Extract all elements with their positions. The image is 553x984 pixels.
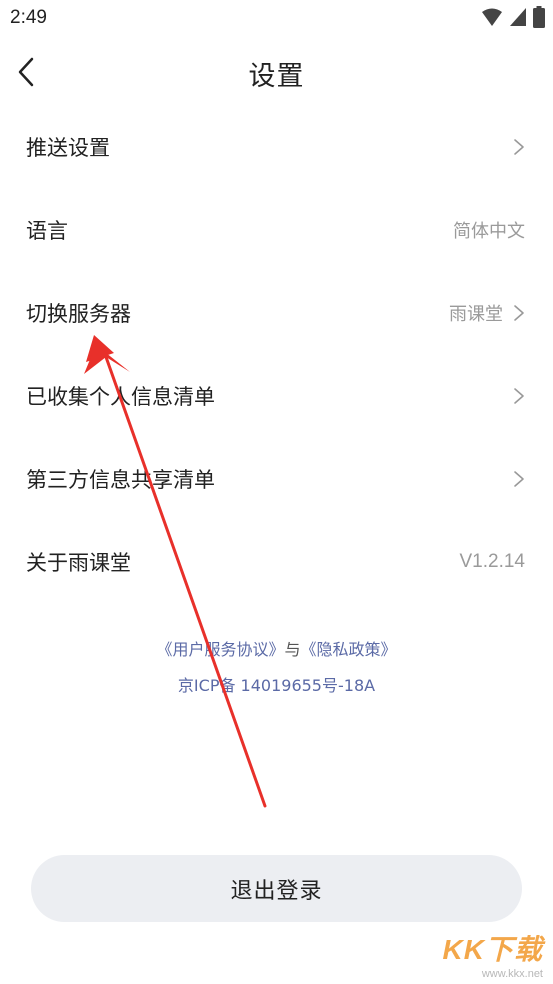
status-time: 2:49 — [10, 7, 47, 28]
chevron-right-icon — [514, 138, 524, 155]
watermark-logo: KK下载 — [442, 934, 543, 965]
menu-right — [513, 138, 525, 156]
server-value: 雨课堂 — [449, 303, 503, 325]
wifi-icon — [482, 8, 502, 26]
nav-bar: 设置 — [0, 44, 553, 102]
page-title: 设置 — [248, 61, 305, 92]
menu-row-push[interactable]: 推送设置 — [0, 105, 553, 188]
menu-right — [513, 387, 525, 405]
signal-icon — [510, 8, 526, 26]
menu-right — [513, 470, 525, 488]
legal-separator: 与 — [284, 640, 301, 659]
watermark-url: www.kkx.net — [481, 968, 543, 980]
settings-menu: 推送设置 语言 简体中文 切换服务器 雨课堂 已收集个人信息清单 第三方信息共享… — [0, 105, 553, 603]
menu-right: 雨课堂 — [449, 300, 525, 326]
menu-label: 语言 — [26, 218, 68, 243]
legal-links: 《用户服务协议》与《隐私政策》 — [0, 636, 553, 660]
watermark: KK下载 www.kkx.net — [443, 928, 543, 980]
menu-row-collected-info[interactable]: 已收集个人信息清单 — [0, 354, 553, 437]
menu-right: V1.2.14 — [460, 551, 526, 573]
status-bar: 2:49 — [0, 0, 553, 38]
logout-button[interactable]: 退出登录 — [31, 855, 522, 922]
menu-label: 第三方信息共享清单 — [26, 467, 215, 492]
icp-record[interactable]: 京ICP备 14019655号-18A — [0, 672, 553, 696]
menu-row-language[interactable]: 语言 简体中文 — [0, 188, 553, 271]
status-icons — [481, 6, 545, 28]
menu-label: 关于雨课堂 — [26, 550, 131, 575]
version-value: V1.2.14 — [459, 550, 526, 572]
menu-row-server[interactable]: 切换服务器 雨课堂 — [0, 271, 553, 354]
chevron-right-icon — [514, 387, 524, 404]
menu-label: 推送设置 — [26, 135, 110, 160]
chevron-right-icon — [514, 304, 524, 321]
chevron-right-icon — [514, 470, 524, 487]
battery-icon — [533, 6, 545, 28]
language-value: 简体中文 — [453, 220, 525, 242]
menu-label: 切换服务器 — [26, 301, 131, 326]
legal-section: 《用户服务协议》与《隐私政策》 京ICP备 14019655号-18A — [0, 636, 553, 696]
menu-row-about[interactable]: 关于雨课堂 V1.2.14 — [0, 520, 553, 603]
menu-right: 简体中文 — [453, 217, 525, 243]
user-agreement-link[interactable]: 《用户服务协议》 — [156, 640, 284, 659]
menu-row-third-party[interactable]: 第三方信息共享清单 — [0, 437, 553, 520]
privacy-policy-link[interactable]: 《隐私政策》 — [301, 640, 397, 659]
menu-label: 已收集个人信息清单 — [26, 384, 215, 409]
